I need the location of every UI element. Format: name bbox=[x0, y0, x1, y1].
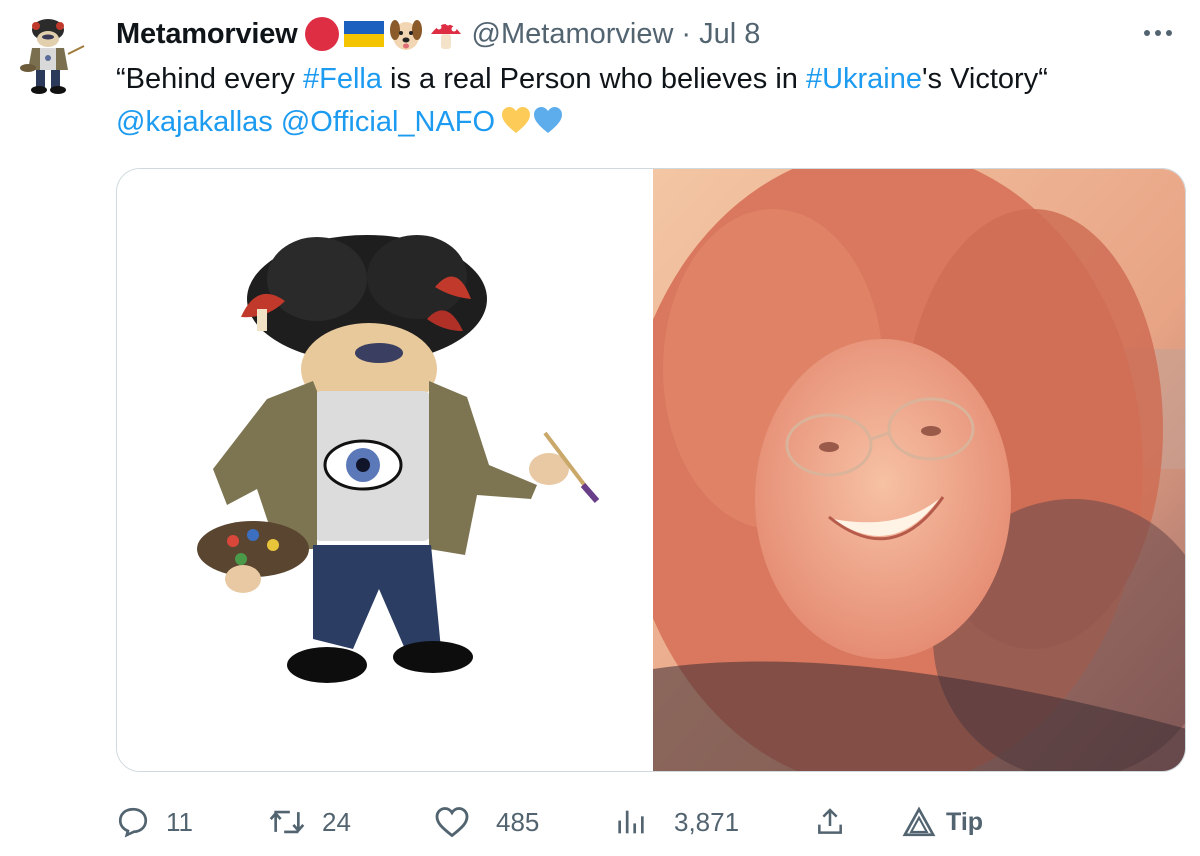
text-segment: “Behind every bbox=[116, 63, 303, 95]
tweet-actions: 11 24 485 3,871 Tip bbox=[116, 800, 1116, 844]
reply-icon bbox=[118, 807, 148, 838]
author-name[interactable]: Metamorview bbox=[116, 18, 298, 51]
tip-icon bbox=[902, 806, 936, 837]
views-button[interactable]: 3,871 bbox=[614, 800, 739, 844]
separator-dot: · bbox=[681, 17, 692, 50]
tip-button[interactable]: Tip bbox=[902, 800, 983, 844]
hashtag-fella[interactable]: #Fella bbox=[303, 63, 382, 95]
like-button[interactable]: 485 bbox=[434, 800, 539, 844]
blue-heart-icon bbox=[534, 107, 563, 134]
media-image-fella[interactable] bbox=[117, 169, 653, 771]
person-photo bbox=[653, 169, 1185, 771]
heart-emojis bbox=[501, 106, 563, 134]
more-options-icon[interactable] bbox=[1138, 18, 1178, 48]
author-handle[interactable]: @Metamorview bbox=[472, 18, 674, 51]
heart-icon bbox=[435, 807, 469, 838]
author-avatar[interactable] bbox=[12, 12, 92, 98]
share-button[interactable] bbox=[814, 800, 846, 844]
tip-label: Tip bbox=[946, 807, 984, 836]
dog-face-icon bbox=[389, 20, 422, 50]
tweet-text: “Behind every #Fella is a real Person wh… bbox=[116, 58, 1176, 144]
name-emojis bbox=[304, 16, 464, 52]
retweet-count: 24 bbox=[322, 806, 351, 837]
red-circle-icon bbox=[304, 17, 339, 51]
tweet-header: Metamorview @Metamorview · Jul 8 bbox=[116, 14, 760, 54]
mention-kajakallas[interactable]: @kajakallas bbox=[116, 106, 273, 138]
tweet-date[interactable]: Jul 8 bbox=[699, 18, 760, 51]
retweet-button[interactable]: 24 bbox=[268, 800, 351, 844]
views-count: 3,871 bbox=[674, 806, 740, 837]
retweet-icon bbox=[269, 810, 305, 834]
tweet-text-line-1: “Behind every #Fella is a real Person wh… bbox=[116, 58, 1176, 101]
tweet-media[interactable] bbox=[116, 168, 1186, 772]
fella-artist-illustration bbox=[197, 235, 600, 683]
media-image-person[interactable] bbox=[653, 169, 1185, 771]
ukraine-flag-icon bbox=[343, 21, 384, 47]
text-segment bbox=[273, 106, 281, 138]
text-segment: is a real Person who believes in bbox=[382, 63, 806, 95]
reply-count: 11 bbox=[166, 806, 193, 837]
hashtag-ukraine[interactable]: #Ukraine bbox=[806, 63, 922, 95]
share-icon bbox=[818, 808, 842, 834]
like-count: 485 bbox=[496, 806, 540, 837]
reply-button[interactable]: 11 bbox=[116, 800, 193, 844]
text-segment: 's Victory“ bbox=[922, 63, 1048, 95]
yellow-heart-icon bbox=[502, 107, 531, 134]
mushroom-icon bbox=[430, 20, 461, 49]
mention-official-nafo[interactable]: @Official_NAFO bbox=[281, 106, 495, 138]
tweet-text-line-2: @kajakallas @Official_NAFO bbox=[116, 101, 1176, 144]
views-icon bbox=[618, 810, 644, 834]
